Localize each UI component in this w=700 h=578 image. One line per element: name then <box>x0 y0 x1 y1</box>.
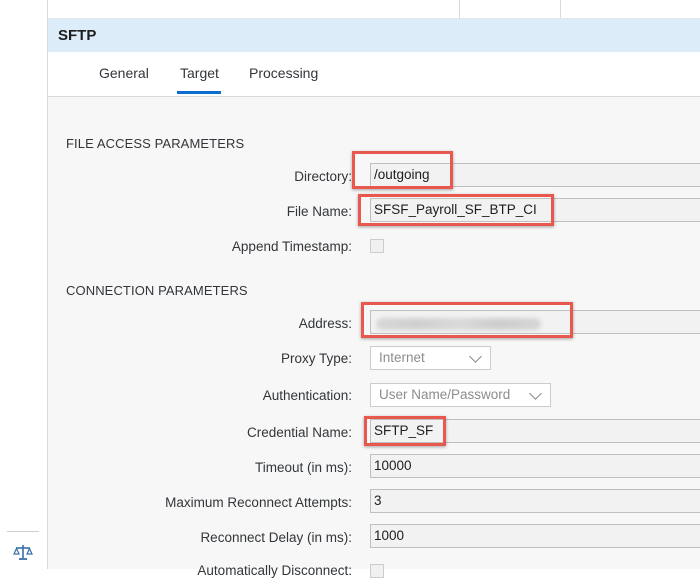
append-timestamp-checkbox[interactable] <box>370 239 384 253</box>
timeout-field[interactable]: 10000 <box>370 454 700 478</box>
page-title: SFTP <box>58 27 97 44</box>
proxy-type-label: Proxy Type: <box>280 351 352 366</box>
section-connection-parameters: CONNECTION PARAMETERS <box>66 283 248 298</box>
authentication-label: Authentication: <box>262 388 352 403</box>
timeout-label: Timeout (in ms): <box>254 460 352 475</box>
active-tab-indicator <box>177 91 221 94</box>
tab-processing[interactable]: Processing <box>249 65 318 81</box>
file-name-highlight-box <box>358 194 554 226</box>
auto-disconnect-label: Automatically Disconnect: <box>197 563 352 578</box>
tab-target[interactable]: Target <box>180 65 219 81</box>
credential-name-highlight-box <box>364 416 446 446</box>
tab-general[interactable]: General <box>99 65 149 81</box>
reconnect-delay-field[interactable]: 1000 <box>370 524 700 548</box>
left-panel-divider <box>7 531 39 532</box>
max-reconnect-attempts-field[interactable]: 3 <box>370 489 700 513</box>
proxy-type-value: Internet <box>379 350 425 365</box>
address-highlight-box <box>361 302 573 338</box>
target-tab-content: FILE ACCESS PARAMETERS Directory: /outgo… <box>48 97 700 578</box>
reconnect-delay-label: Reconnect Delay (in ms): <box>200 530 352 545</box>
top-panel-strip <box>48 0 700 19</box>
chevron-down-icon <box>529 387 542 400</box>
top-panel-cell <box>459 0 561 18</box>
chevron-down-icon <box>469 350 482 363</box>
directory-highlight-box <box>352 151 453 189</box>
auto-disconnect-checkbox[interactable] <box>370 564 384 578</box>
credential-name-label: Credential Name: <box>246 425 352 440</box>
directory-label: Directory: <box>294 169 352 184</box>
max-reconnect-attempts-label: Maximum Reconnect Attempts: <box>165 495 352 510</box>
balance-scale-icon[interactable] <box>13 543 33 561</box>
file-name-label: File Name: <box>286 204 352 219</box>
address-label: Address: <box>298 316 352 331</box>
append-timestamp-label: Append Timestamp: <box>231 239 352 254</box>
property-sheet-header: SFTP <box>48 19 700 52</box>
tab-bar: General Target Processing <box>48 52 700 97</box>
authentication-select[interactable]: User Name/Password <box>370 383 551 407</box>
proxy-type-select[interactable]: Internet <box>370 346 491 370</box>
left-side-panel <box>0 0 48 569</box>
section-file-access-parameters: FILE ACCESS PARAMETERS <box>66 136 245 151</box>
authentication-value: User Name/Password <box>379 387 511 402</box>
